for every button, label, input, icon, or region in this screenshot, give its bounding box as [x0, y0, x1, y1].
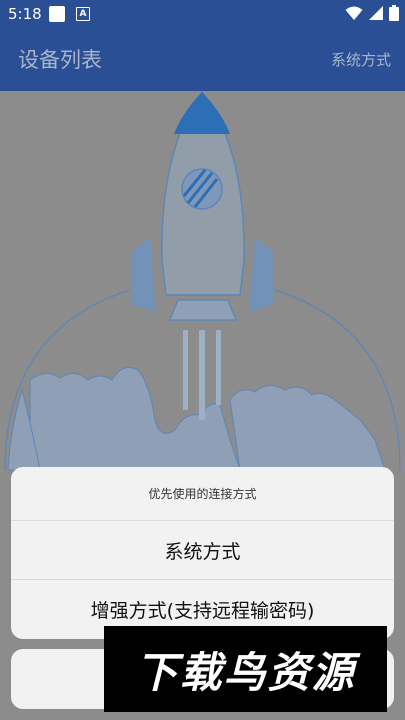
battery-icon — [389, 5, 399, 21]
app-badge-icon: A — [76, 7, 90, 21]
status-bar: 5:18 A — [0, 0, 405, 28]
notification-square-icon — [49, 6, 65, 22]
connection-mode-sheet: 优先使用的连接方式 系统方式 增强方式(支持远程输密码) — [11, 467, 394, 639]
wifi-icon — [345, 6, 363, 20]
signal-icon — [369, 6, 383, 20]
status-time: 5:18 — [8, 5, 42, 23]
connection-mode-button[interactable]: 系统方式 — [331, 49, 391, 70]
watermark-logo: 下载鸟资源 — [104, 626, 387, 712]
option-system-mode[interactable]: 系统方式 — [11, 521, 394, 579]
app-bar: 设备列表 系统方式 — [0, 28, 405, 91]
sheet-title: 优先使用的连接方式 — [148, 487, 257, 501]
page-title: 设备列表 — [18, 48, 102, 72]
status-icons — [345, 5, 399, 21]
